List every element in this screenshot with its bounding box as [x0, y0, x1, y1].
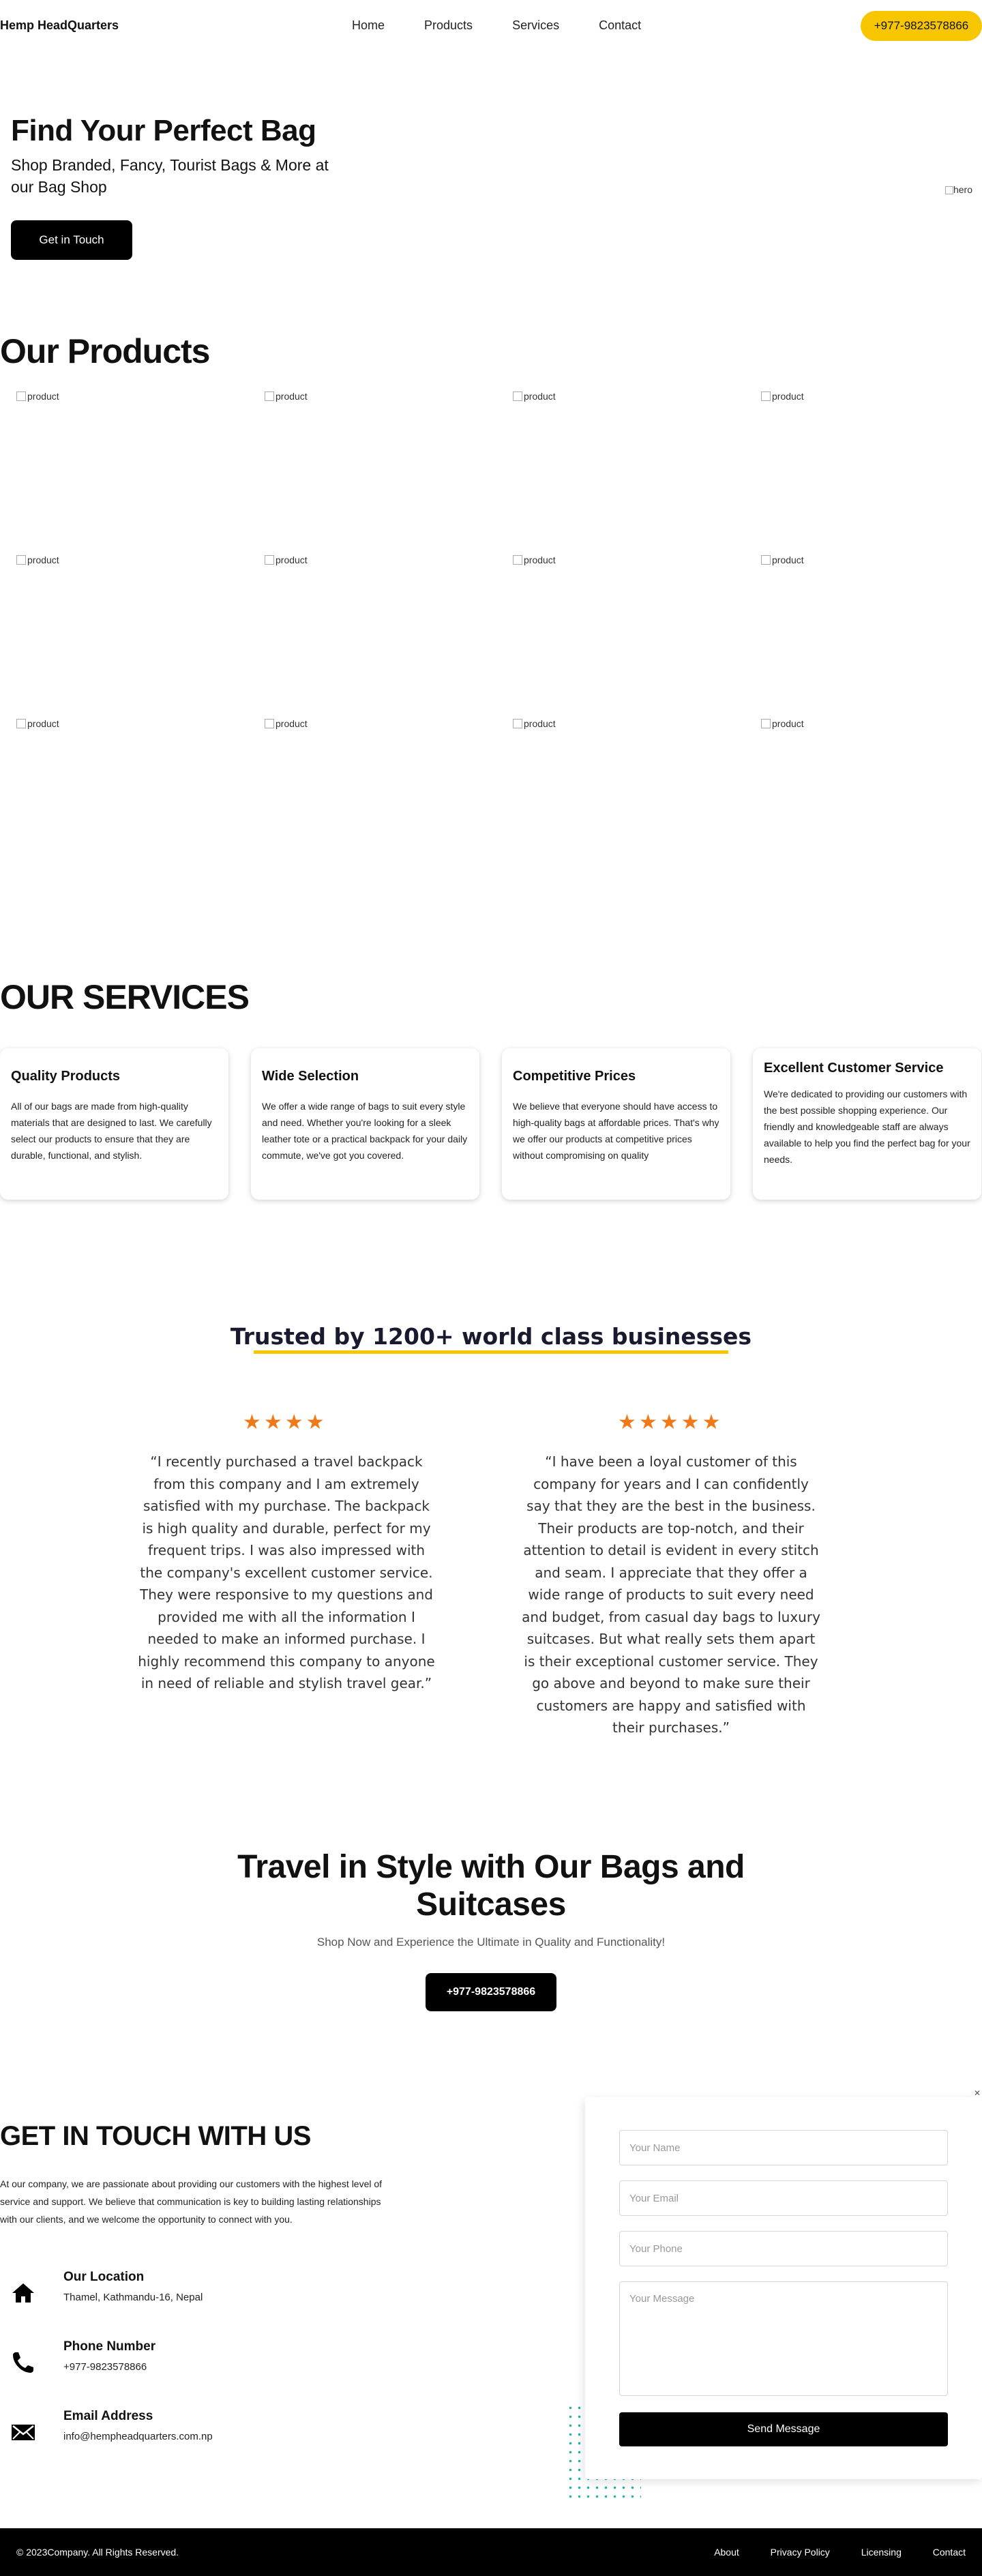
phone-button[interactable]: +977-9823578866	[861, 11, 982, 41]
page: Hemp HeadQuarters Home Products Services…	[0, 0, 982, 2576]
footer-link-licensing[interactable]: Licensing	[861, 2547, 902, 2558]
contact-item-value: Thamel, Kathmandu-16, Nepal	[63, 2292, 203, 2303]
cta-subtitle: Shop Now and Experience the Ultimate in …	[316, 1936, 666, 1949]
main-nav: Home Products Services Contact	[352, 0, 681, 50]
star-rating-icon: ★★★★	[243, 1411, 327, 1434]
service-card-title: Excellent Customer Service	[764, 1061, 944, 1076]
mail-icon	[12, 2425, 35, 2440]
footer-link-about[interactable]: About	[714, 2547, 739, 2558]
services-title: OUR SERVICES	[0, 978, 250, 1016]
service-card-title: Quality Products	[11, 1069, 121, 1084]
nav-products[interactable]: Products	[424, 18, 473, 33]
nav-services[interactable]: Services	[512, 18, 559, 33]
testimonial-card: ★★★★★ “I have been a loyal customer of t…	[521, 1410, 821, 1739]
testimonial-quote: “I have been a loyal customer of this co…	[522, 1453, 820, 1736]
contact-title: GET IN TOUCH WITH US	[0, 2121, 311, 2151]
product-image[interactable]: product	[496, 718, 728, 868]
contact-item-title: Phone Number	[63, 2339, 156, 2354]
close-icon[interactable]: ✕	[974, 2088, 981, 2098]
star-rating-icon: ★★★★★	[618, 1411, 724, 1434]
hero-image-alt: hero	[953, 184, 972, 195]
product-image[interactable]: product	[248, 718, 480, 868]
product-image[interactable]: product	[745, 718, 977, 868]
broken-image-icon	[944, 186, 953, 194]
contact-item-title: Email Address	[63, 2409, 153, 2423]
testimonials-title: Trusted by 1200+ world class businesses	[230, 1323, 752, 1350]
nav-home[interactable]: Home	[352, 18, 385, 33]
hero-title: Find Your Perfect Bag	[11, 114, 316, 147]
copyright: © 2023Company. All Rights Reserved.	[16, 2547, 179, 2558]
hero-image: hero	[944, 184, 972, 195]
products-title: Our Products	[0, 332, 210, 370]
nav-contact[interactable]: Contact	[599, 18, 641, 33]
product-image[interactable]: product	[745, 554, 977, 705]
footer-link-contact[interactable]: Contact	[933, 2547, 966, 2558]
product-image[interactable]: product	[0, 391, 232, 541]
contact-location: Our Location Thamel, Kathmandu-16, Nepal	[0, 2270, 382, 2318]
contact-email: Email Address info@hempheadquarters.com.…	[0, 2409, 382, 2457]
testimonial-quote: “I recently purchased a travel backpack …	[138, 1453, 435, 1691]
service-card-title: Wide Selection	[262, 1069, 359, 1084]
contact-description: At our company, we are passionate about …	[0, 2178, 383, 2225]
service-card-prices: Competitive Prices We believe that every…	[502, 1048, 730, 1200]
contact-item-title: Our Location	[63, 2270, 145, 2284]
product-image[interactable]: product	[0, 554, 232, 705]
product-image[interactable]: product	[0, 718, 232, 868]
name-field[interactable]	[619, 2130, 948, 2165]
phone-icon	[13, 2352, 33, 2373]
testimonial-card: ★★★★ “I recently purchased a travel back…	[136, 1410, 436, 1695]
contact-item-value[interactable]: info@hempheadquarters.com.np	[63, 2431, 213, 2442]
service-card-customer-service: Excellent Customer Service We're dedicat…	[753, 1048, 981, 1200]
get-in-touch-button[interactable]: Get in Touch	[11, 220, 132, 260]
hero-section: Find Your Perfect Bag Shop Branded, Fanc…	[0, 50, 982, 310]
contact-phone: Phone Number +977-9823578866	[0, 2339, 382, 2387]
contact-item-value: +977-9823578866	[63, 2361, 147, 2373]
home-icon	[12, 2283, 34, 2303]
brand-logo[interactable]: Hemp HeadQuarters	[0, 18, 119, 33]
service-card-title: Competitive Prices	[513, 1069, 636, 1084]
product-image[interactable]: product	[248, 554, 480, 705]
product-image[interactable]: product	[496, 391, 728, 541]
product-image[interactable]: product	[248, 391, 480, 541]
cta-title-text: Travel in Style with Our Bags and Suitca…	[237, 1849, 745, 1923]
phone-field[interactable]	[619, 2231, 948, 2266]
service-card-text: We believe that everyone should have acc…	[513, 1101, 719, 1161]
service-card-text: We offer a wide range of bags to suit ev…	[262, 1101, 468, 1161]
footer-links: About Privacy Policy Licensing Contact	[685, 2547, 966, 2558]
contact-form: Send Message	[585, 2097, 982, 2479]
service-card-quality: Quality Products All of our bags are mad…	[0, 1048, 228, 1200]
service-card-text: We're dedicated to providing our custome…	[764, 1089, 970, 1165]
product-image[interactable]: product	[496, 554, 728, 705]
product-image[interactable]: product	[745, 391, 977, 541]
cta-title: Travel in Style with Our Bags and Suitca…	[0, 1848, 982, 1923]
hero-subtitle: Shop Branded, Fancy, Tourist Bags & More…	[11, 156, 329, 196]
site-footer: © 2023Company. All Rights Reserved. Abou…	[0, 2528, 982, 2576]
service-card-text: All of our bags are made from high-quali…	[11, 1101, 212, 1161]
service-card-selection: Wide Selection We offer a wide range of …	[251, 1048, 479, 1200]
footer-link-privacy[interactable]: Privacy Policy	[771, 2547, 830, 2558]
cta-phone-button[interactable]: +977-9823578866	[426, 1973, 556, 2011]
send-message-button[interactable]: Send Message	[619, 2412, 948, 2446]
message-field[interactable]	[619, 2281, 948, 2396]
title-underline	[254, 1350, 728, 1354]
email-field[interactable]	[619, 2180, 948, 2216]
site-header: Hemp HeadQuarters Home Products Services…	[0, 0, 982, 50]
